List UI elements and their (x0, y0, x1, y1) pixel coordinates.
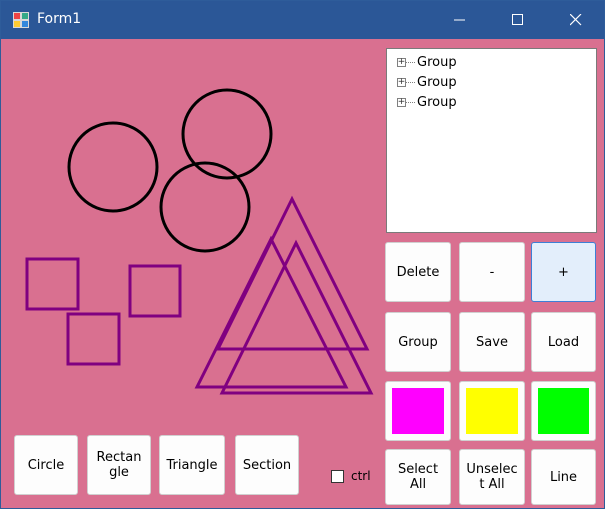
ctrl-checkbox-wrap[interactable]: ctrl (331, 469, 371, 483)
app-window: Form1 + Group + Group + Group Delete - +… (0, 0, 605, 509)
minimize-button[interactable] (431, 1, 489, 39)
rectangle-shape[interactable] (66, 312, 121, 366)
circle-shape[interactable] (67, 121, 159, 213)
maximize-icon (512, 14, 523, 25)
rectangle-shape[interactable] (128, 264, 182, 318)
triangle-shape[interactable] (219, 239, 374, 395)
ctrl-label: ctrl (351, 469, 371, 483)
drawing-canvas[interactable] (1, 39, 381, 429)
circle-button[interactable]: Circle (14, 435, 78, 495)
minus-button[interactable]: - (459, 242, 525, 302)
save-button[interactable]: Save (459, 312, 525, 372)
group-tree-view[interactable]: + Group + Group + Group (386, 48, 597, 233)
expand-icon[interactable]: + (397, 77, 406, 87)
close-button[interactable] (547, 1, 605, 39)
window-title: Form1 (37, 11, 82, 27)
triangle-shape[interactable] (215, 195, 370, 351)
tree-node[interactable]: + Group (397, 72, 457, 92)
title-bar: Form1 (1, 1, 604, 39)
tree-node-label: Group (417, 94, 457, 110)
circle-shape[interactable] (159, 161, 251, 253)
expand-icon[interactable]: + (397, 57, 406, 67)
minimize-icon (454, 19, 465, 21)
app-icon (13, 12, 29, 28)
tree-node-label: Group (417, 54, 457, 70)
tree-node[interactable]: + Group (397, 52, 457, 72)
color-swatch-magenta[interactable] (385, 381, 451, 441)
maximize-button[interactable] (489, 1, 547, 39)
group-button[interactable]: Group (385, 312, 451, 372)
rectangle-shape[interactable] (25, 257, 80, 311)
color-swatch-green[interactable] (531, 381, 596, 441)
close-icon (570, 14, 582, 26)
plus-button[interactable]: + (531, 242, 596, 302)
triangle-button[interactable]: Triangle (159, 435, 225, 495)
rectangle-button[interactable]: Rectangle (87, 435, 151, 495)
ctrl-checkbox[interactable] (331, 469, 344, 483)
expand-icon[interactable]: + (397, 97, 406, 107)
load-button[interactable]: Load (531, 312, 596, 372)
select-all-button[interactable]: Select All (385, 449, 451, 505)
delete-button[interactable]: Delete (385, 242, 451, 302)
tree-node[interactable]: + Group (397, 92, 457, 112)
line-button[interactable]: Line (531, 449, 596, 505)
color-swatch-yellow[interactable] (459, 381, 525, 441)
section-button[interactable]: Section (235, 435, 299, 495)
tree-node-label: Group (417, 74, 457, 90)
unselect-all-button[interactable]: Unselect All (459, 449, 525, 505)
